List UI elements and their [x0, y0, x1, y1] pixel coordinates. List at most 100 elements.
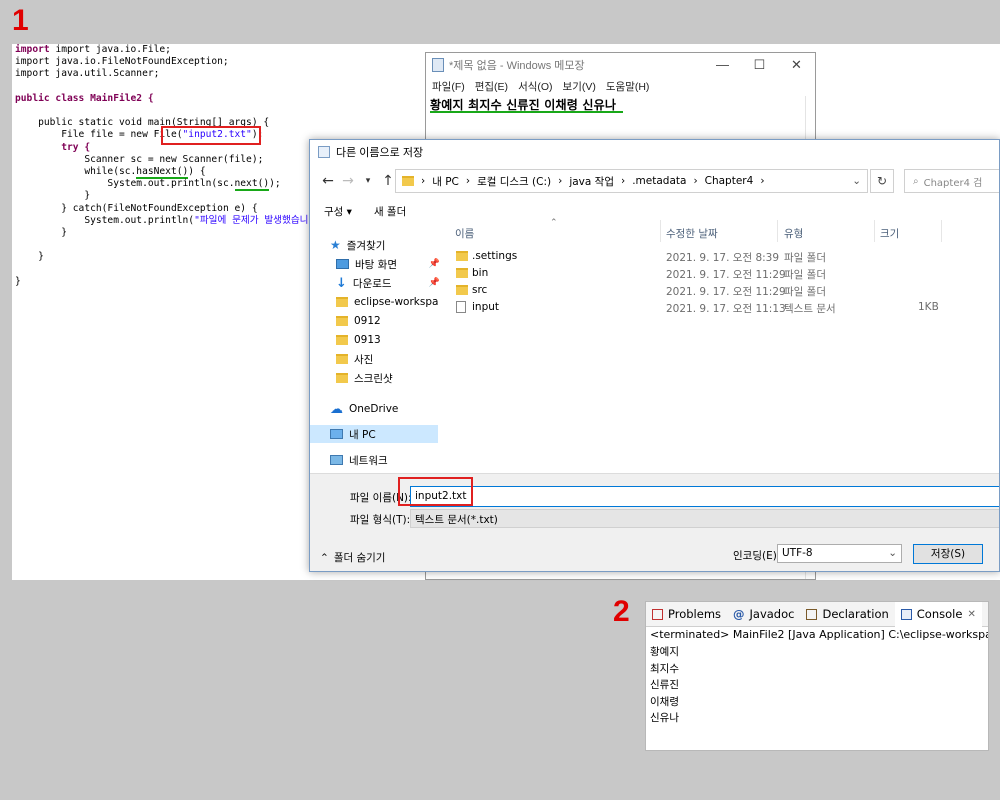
- back-icon[interactable]: ←: [318, 173, 338, 189]
- column-date[interactable]: 수정한 날짜: [666, 226, 718, 241]
- tab-label: Javadoc: [749, 607, 795, 621]
- menu-help[interactable]: 도움말(H): [606, 79, 650, 94]
- nav-label: OneDrive: [349, 403, 399, 415]
- code-line: } catch(FileNotFoundException e) {: [61, 202, 258, 214]
- code-line: }: [15, 275, 21, 287]
- search-input[interactable]: ⌕ Chapter4 검: [904, 169, 999, 193]
- crumb-metadata[interactable]: .metadata: [632, 175, 686, 187]
- crumb-pc[interactable]: 내 PC: [432, 174, 459, 189]
- file-type: 파일 폴더: [784, 269, 826, 281]
- chevron-right-icon: ›: [465, 175, 471, 187]
- nav-downloads[interactable]: ↓ 다운로드 📌: [336, 274, 440, 292]
- nav-0912[interactable]: 0912: [336, 312, 381, 330]
- file-size: 1KB: [918, 301, 939, 313]
- code-line: System.out.println(: [84, 214, 195, 226]
- star-icon: ★: [330, 238, 341, 252]
- output-line: 이채령: [650, 695, 679, 708]
- tab-console[interactable]: Console ✕: [894, 602, 982, 627]
- filetype-select[interactable]: 텍스트 문서(*.txt): [410, 509, 999, 528]
- code-line: try {: [61, 141, 91, 153]
- menu-view[interactable]: 보기(V): [563, 79, 596, 94]
- minimize-icon[interactable]: —: [704, 57, 741, 73]
- column-divider: [660, 220, 661, 242]
- menu-format[interactable]: 서식(O): [518, 79, 552, 94]
- tab-label: Console: [916, 607, 963, 621]
- menu-edit[interactable]: 편집(E): [475, 79, 508, 94]
- save-button[interactable]: 저장(S): [913, 544, 983, 564]
- folder-icon: [402, 176, 414, 186]
- crumb-java[interactable]: java 작업: [569, 174, 614, 189]
- nav-onedrive[interactable]: ☁ OneDrive: [330, 400, 398, 418]
- network-icon: [330, 455, 343, 465]
- nav-mypc[interactable]: 내 PC: [310, 425, 438, 443]
- file-row[interactable]: .settings 2021. 9. 17. 오전 8:39 파일 폴더: [450, 248, 999, 265]
- tab-declaration[interactable]: Declaration: [800, 602, 894, 627]
- highlight-box-filename-input: [398, 477, 473, 506]
- organize-button[interactable]: 구성 ▾: [324, 204, 352, 219]
- chevron-right-icon: ›: [421, 175, 426, 187]
- save-as-dialog[interactable]: 다른 이름으로 저장 ← → ▾ ↑ › 내 PC › 로컬 디스크 (C:) …: [309, 139, 1000, 572]
- eclipse-console-panel[interactable]: Problems @ Javadoc Declaration Console ✕…: [645, 601, 989, 751]
- refresh-icon[interactable]: ↻: [870, 169, 894, 193]
- new-folder-button[interactable]: 새 폴더: [374, 204, 406, 219]
- nav-photos[interactable]: 사진: [336, 350, 373, 368]
- nav-0913[interactable]: 0913: [336, 331, 381, 349]
- nav-label: 사진: [354, 353, 374, 366]
- recent-dropdown-icon[interactable]: ▾: [358, 176, 378, 186]
- hide-folders-label: 폴더 숨기기: [333, 552, 386, 564]
- hide-folders-button[interactable]: ⌃ 폴더 숨기기: [320, 550, 385, 565]
- encoding-select[interactable]: UTF-8 ⌄: [777, 544, 902, 563]
- declaration-icon: [806, 608, 818, 620]
- text-file-icon: [456, 301, 466, 313]
- file-name: .settings: [472, 250, 518, 262]
- crumb-chapter4[interactable]: Chapter4: [705, 175, 754, 187]
- crumb-drive[interactable]: 로컬 디스크 (C:): [477, 174, 551, 189]
- console-terminated-line: <terminated> MainFile2 [Java Application…: [650, 628, 989, 641]
- folder-icon: [336, 316, 348, 326]
- file-row[interactable]: bin 2021. 9. 17. 오전 11:29 파일 폴더: [450, 265, 999, 282]
- nav-network[interactable]: 네트워크: [330, 451, 388, 469]
- chevron-down-icon[interactable]: ⌄: [852, 175, 861, 187]
- folder-icon: [456, 285, 468, 295]
- folder-icon: [456, 268, 468, 278]
- column-size[interactable]: 크기: [880, 226, 899, 241]
- maximize-icon[interactable]: ☐: [741, 57, 778, 73]
- console-output[interactable]: 황예지 최지수 신류진 이채령 신유나: [646, 644, 988, 727]
- cloud-icon: ☁: [330, 401, 343, 417]
- step-1-label: 1: [12, 4, 29, 37]
- dialog-titlebar[interactable]: 다른 이름으로 저장: [310, 140, 999, 164]
- nav-screenshot[interactable]: 스크린샷: [336, 369, 393, 387]
- forward-icon[interactable]: →: [338, 173, 358, 189]
- pin-icon: 📌: [428, 259, 440, 269]
- close-icon[interactable]: ✕: [778, 57, 815, 73]
- file-row[interactable]: input 2021. 9. 17. 오전 11:13 텍스트 문서 1KB: [450, 299, 999, 316]
- filename-input[interactable]: input2.txt: [410, 486, 999, 507]
- file-type: 파일 폴더: [784, 252, 826, 264]
- tab-javadoc[interactable]: @ Javadoc: [727, 602, 800, 627]
- nav-desktop[interactable]: 바탕 화면 📌: [336, 255, 440, 273]
- column-type[interactable]: 유형: [784, 226, 803, 241]
- file-list[interactable]: ⌃ 이름 수정한 날짜 유형 크기 .settings 2021. 9. 17.…: [450, 218, 999, 465]
- nav-eclipse[interactable]: eclipse-workspa: [336, 293, 440, 311]
- address-bar[interactable]: › 내 PC › 로컬 디스크 (C:) › java 작업 › .metada…: [395, 169, 868, 193]
- column-name[interactable]: 이름: [455, 226, 474, 241]
- close-icon[interactable]: ✕: [967, 609, 975, 620]
- nav-label: 즐겨찾기: [346, 239, 386, 252]
- code-line: }: [84, 190, 91, 202]
- nav-favorites[interactable]: ★ 즐겨찾기: [330, 236, 385, 254]
- tab-problems[interactable]: Problems: [646, 602, 727, 627]
- file-row[interactable]: src 2021. 9. 17. 오전 11:29 파일 폴더: [450, 282, 999, 299]
- file-date: 2021. 9. 17. 오전 11:13: [666, 303, 786, 315]
- notepad-icon: [432, 58, 444, 72]
- file-type: 파일 폴더: [784, 286, 826, 298]
- menu-file[interactable]: 파일(F): [432, 79, 465, 94]
- dialog-icon: [318, 146, 330, 158]
- file-type: 텍스트 문서: [784, 303, 836, 315]
- output-line: 신유나: [650, 712, 679, 724]
- notepad-titlebar[interactable]: *제목 없음 - Windows 메모장 — ☐ ✕: [426, 53, 815, 77]
- code-line: import java.util.Scanner;: [15, 68, 160, 80]
- nav-label: 0913: [354, 334, 381, 346]
- code-line: Scanner sc = new Scanner(file);: [84, 153, 264, 165]
- nav-label: 스크린샷: [354, 372, 393, 385]
- chevron-right-icon: ›: [760, 175, 765, 187]
